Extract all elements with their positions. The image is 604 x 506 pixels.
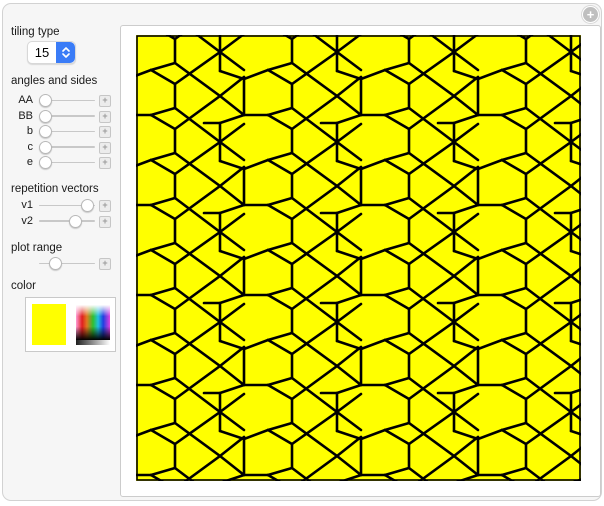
chevron-up-icon — [61, 47, 70, 52]
plot-panel — [120, 25, 601, 497]
slider-expand-button[interactable]: + — [99, 157, 111, 169]
pentagon-tiling-plot — [136, 35, 581, 481]
color-picker[interactable] — [25, 297, 116, 352]
slider-thumb[interactable] — [39, 109, 53, 123]
slider-c: c + — [3, 140, 113, 154]
slider-label: c — [27, 140, 34, 153]
slider-thumb[interactable] — [39, 94, 53, 107]
grayscale-strip — [76, 340, 110, 345]
manipulate-frame: tiling type 15 angles and sides AA + BB + b +… — [2, 3, 602, 501]
slider-label: e — [26, 156, 33, 168]
slider-AA: AA + — [3, 93, 113, 107]
color-swatch — [32, 304, 66, 345]
slider-expand-button[interactable]: + — [99, 95, 111, 107]
slider-expand-button[interactable]: + — [99, 215, 111, 228]
slider-expand-button[interactable]: + — [99, 141, 111, 154]
plot-range-label: plot range — [11, 242, 63, 254]
slider-expand-button[interactable]: + — [99, 126, 111, 138]
slider-track[interactable] — [39, 220, 95, 222]
tiling-type-popup[interactable]: 15 — [27, 41, 76, 64]
repetition-vectors-label: repetition vectors — [11, 183, 99, 195]
plus-glyph: + — [586, 7, 595, 22]
slider-v2: v2 + — [3, 214, 113, 228]
slider-expand-button[interactable]: + — [99, 200, 111, 212]
slider-label: AA — [18, 94, 33, 106]
popup-stepper[interactable] — [56, 42, 75, 63]
slider-thumb[interactable] — [69, 214, 83, 228]
slider-label: v1 — [21, 199, 33, 211]
slider-label: b — [26, 125, 33, 137]
color-label: color — [11, 280, 36, 292]
slider-plot-rangeslider: + — [3, 256, 113, 270]
slider-BB: BB + — [3, 109, 113, 123]
slider-thumb[interactable] — [39, 140, 53, 154]
slider-label: BB — [18, 109, 33, 122]
slider-v1: v1 + — [3, 198, 113, 212]
tiling-type-value: 15 — [34, 45, 50, 60]
slider-label: v2 — [21, 214, 33, 227]
slider-thumb[interactable] — [81, 199, 95, 212]
app-window: tiling type 15 angles and sides AA + BB + b +… — [0, 0, 604, 506]
demonstration-plus-icon[interactable]: + — [582, 6, 599, 23]
angles-and-sides-label: angles and sides — [11, 75, 98, 87]
color-spectrum[interactable] — [76, 304, 110, 345]
tiling-type-label: tiling type — [11, 26, 60, 38]
slider-thumb[interactable] — [48, 257, 62, 270]
chevron-down-icon — [61, 53, 70, 58]
slider-expand-button[interactable]: + — [99, 110, 111, 123]
slider-thumb[interactable] — [39, 156, 53, 169]
slider-track[interactable] — [39, 262, 95, 264]
slider-thumb[interactable] — [39, 125, 53, 138]
slider-expand-button[interactable]: + — [99, 258, 111, 270]
slider-e: e + — [3, 155, 113, 169]
slider-b: b + — [3, 124, 113, 138]
